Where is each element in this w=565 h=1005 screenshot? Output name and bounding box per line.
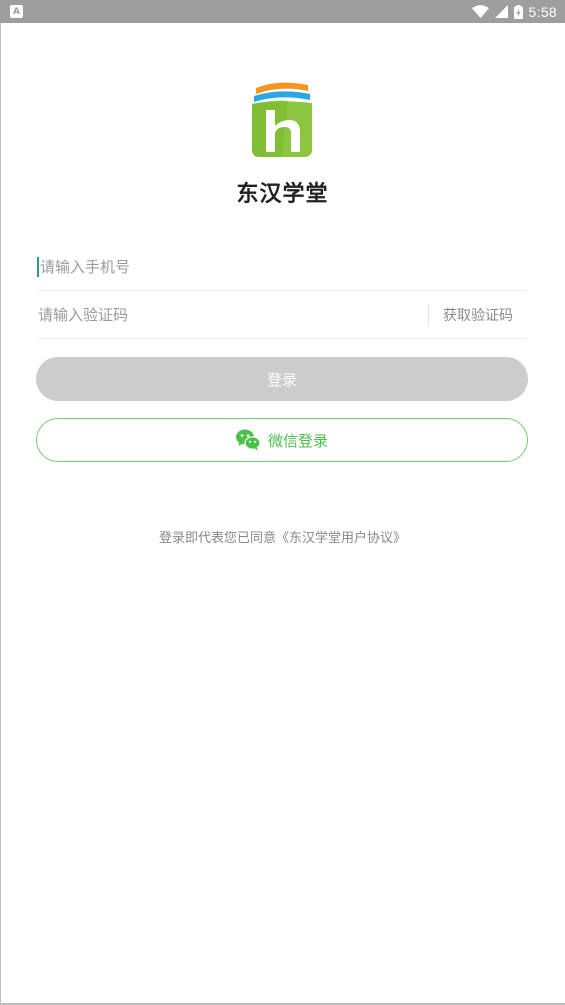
phone-field [37,243,527,291]
frame-left-border [0,23,1,1005]
wifi-icon [471,5,489,18]
status-time: 5:58 [528,3,557,20]
battery-icon [513,4,523,19]
status-left: A [10,5,23,18]
get-code-button[interactable]: 获取验证码 [443,305,527,325]
notification-letter: A [13,6,20,17]
user-agreement-link[interactable]: 《东汉学堂用户协议》 [276,531,406,546]
verification-code-input[interactable] [37,305,428,324]
wechat-login-button[interactable]: 微信登录 [36,418,528,462]
status-bar: A 5:58 [0,0,565,23]
wechat-login-label: 微信登录 [267,431,328,450]
code-divider [428,303,429,326]
wechat-icon [235,429,260,451]
app-logo-icon [252,82,312,157]
code-field: 获取验证码 [37,291,527,339]
signal-icon [494,5,508,18]
notification-icon: A [10,5,23,18]
login-button[interactable]: 登录 [36,357,528,401]
brand-name: 东汉学堂 [236,182,329,207]
phone-input[interactable] [39,257,527,276]
status-right: 5:58 [471,3,557,20]
agreement-prefix: 登录即代表您已同意 [158,531,276,546]
agreement-text: 登录即代表您已同意《东汉学堂用户协议》 [0,527,565,546]
